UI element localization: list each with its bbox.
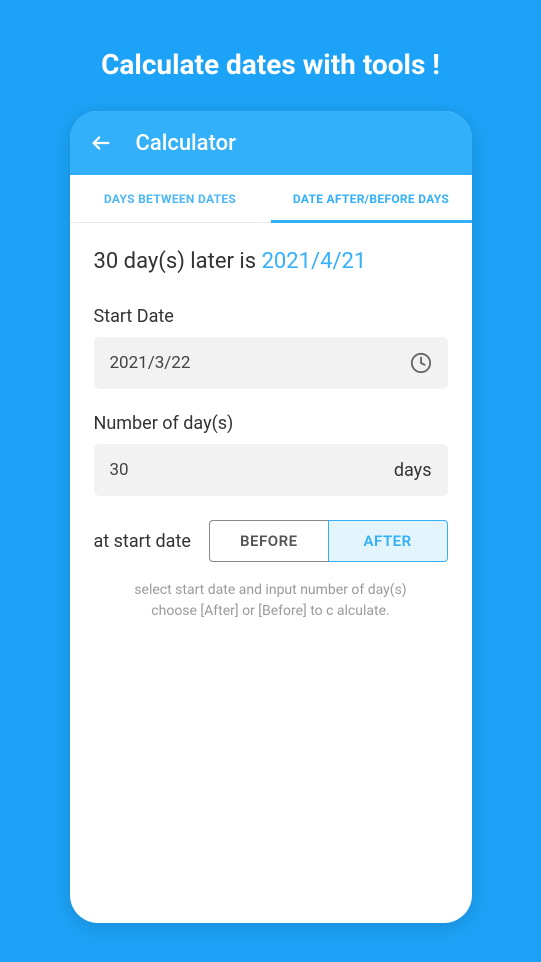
days-input[interactable]: 30 days: [94, 444, 448, 496]
days-value: 30: [110, 460, 129, 480]
help-text: select start date and input number of da…: [94, 580, 448, 622]
days-label: Number of day(s): [94, 413, 448, 434]
toggle-label: at start date: [94, 531, 191, 552]
help-line1: select start date and input number of da…: [134, 582, 406, 598]
start-date-label: Start Date: [94, 306, 448, 327]
back-icon[interactable]: [90, 132, 112, 154]
start-date-value: 2021/3/22: [110, 353, 191, 373]
after-button[interactable]: AFTER: [328, 520, 448, 562]
phone-frame: Calculator DAYS BETWEEN DATES DATE AFTER…: [70, 111, 472, 923]
tab-days-between[interactable]: DAYS BETWEEN DATES: [70, 175, 271, 222]
tab-date-after-before[interactable]: DATE AFTER/BEFORE DAYS: [271, 175, 472, 222]
app-bar: Calculator: [70, 111, 472, 175]
result-prefix: 30 day(s) later is: [94, 249, 262, 274]
toggle-row: at start date BEFORE AFTER: [94, 520, 448, 562]
promo-title: Calculate dates with tools !: [101, 48, 440, 81]
page-title: Calculator: [136, 131, 236, 156]
help-line2: choose [After] or [Before] to c alculate…: [151, 603, 389, 619]
clock-icon: [410, 352, 432, 374]
content-area: 30 day(s) later is 2021/4/21 Start Date …: [70, 223, 472, 923]
tab-bar: DAYS BETWEEN DATES DATE AFTER/BEFORE DAY…: [70, 175, 472, 223]
result-date: 2021/4/21: [262, 249, 367, 274]
result-text: 30 day(s) later is 2021/4/21: [94, 249, 448, 274]
days-suffix: days: [394, 460, 432, 481]
toggle-buttons: BEFORE AFTER: [209, 520, 448, 562]
before-button[interactable]: BEFORE: [209, 520, 328, 562]
start-date-input[interactable]: 2021/3/22: [94, 337, 448, 389]
